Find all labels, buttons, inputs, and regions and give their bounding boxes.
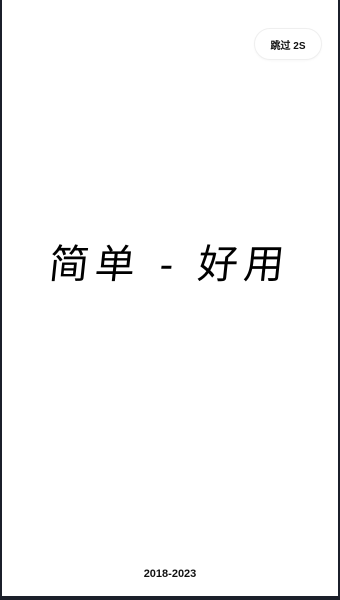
copyright-years: 2018-2023 — [143, 568, 197, 580]
skip-button[interactable]: 跳过 2S — [254, 28, 322, 60]
slogan-text: 简单 - 好用 — [46, 242, 293, 288]
splash-screen: 跳过 2S 简单 - 好用 2018-2023 — [2, 0, 338, 596]
